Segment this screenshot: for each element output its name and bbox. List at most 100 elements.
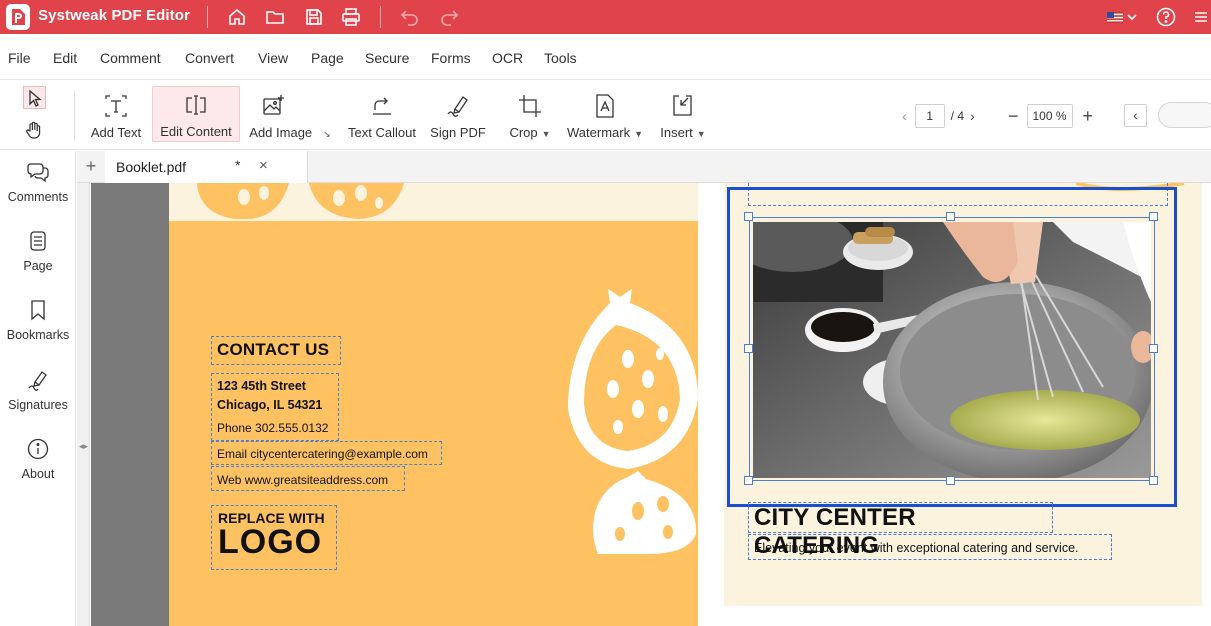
- watermark-label: Watermark ▼: [567, 125, 643, 140]
- email-text: Email citycentercatering@example.com: [217, 447, 428, 461]
- add-text-label: Add Text: [90, 125, 142, 140]
- titlebar-divider: [380, 6, 381, 28]
- menu-edit[interactable]: Edit: [53, 50, 77, 66]
- search-field[interactable]: [1158, 102, 1211, 128]
- insert-page-icon: [673, 95, 692, 116]
- collapse-panel-icon[interactable]: ‹: [1124, 104, 1147, 127]
- home-icon[interactable]: [225, 5, 249, 29]
- next-page-icon[interactable]: ›: [970, 108, 975, 124]
- menu-icon[interactable]: [1192, 5, 1210, 29]
- catering-tagline-textbox[interactable]: Elevating your event with exceptional ca…: [748, 534, 1112, 560]
- insert-button[interactable]: Insert ▼: [656, 86, 710, 142]
- new-tab-button[interactable]: +: [81, 155, 101, 177]
- email-textbox[interactable]: Email citycentercatering@example.com: [211, 441, 442, 465]
- page-number-input[interactable]: 1: [914, 104, 945, 128]
- crop-icon: [519, 95, 541, 117]
- titlebar-divider: [207, 6, 208, 28]
- sidebar-item-signatures[interactable]: Signatures: [0, 368, 76, 412]
- resize-handle-top-left[interactable]: [744, 212, 753, 221]
- decorative-pomegranate-graphic: [568, 289, 698, 554]
- edit-content-button[interactable]: Edit Content: [152, 86, 240, 142]
- phone-text: Phone 302.555.0132: [217, 421, 329, 435]
- menu-secure[interactable]: Secure: [365, 50, 409, 66]
- sidebar-label-bookmarks: Bookmarks: [6, 328, 70, 342]
- add-text-button[interactable]: Add Text: [86, 86, 146, 142]
- dropdown-arrow-icon: ▼: [634, 129, 643, 139]
- page-total: / 4: [950, 109, 965, 123]
- crop-label: Crop ▼: [509, 125, 551, 140]
- toolbar-divider: [74, 90, 75, 140]
- app-logo-icon: [6, 4, 30, 30]
- web-textbox[interactable]: Web www.greatsiteaddress.com: [211, 466, 405, 491]
- menu-bar: File Edit Comment Convert View Page Secu…: [0, 34, 1211, 80]
- add-image-button[interactable]: Add Image ↘: [244, 86, 336, 142]
- menu-page[interactable]: Page: [311, 50, 344, 66]
- sidebar-label-page: Page: [23, 259, 53, 273]
- left-sidebar: Comments Page Bookmarks Signatures About: [0, 151, 76, 626]
- resize-arrows-icon: ◂▸: [79, 441, 89, 451]
- app-title: Systweak PDF Editor: [38, 7, 190, 24]
- help-icon[interactable]: [1154, 5, 1178, 29]
- catering-title-textbox[interactable]: CITY CENTER CATERING: [748, 502, 1053, 559]
- watermark-button[interactable]: Watermark ▼: [564, 86, 646, 142]
- close-tab-icon[interactable]: ×: [259, 157, 268, 174]
- menu-forms[interactable]: Forms: [431, 50, 471, 66]
- signature-pen-icon: [28, 371, 47, 391]
- sidebar-item-comments[interactable]: Comments: [0, 160, 76, 204]
- address-line1: 123 45th Street: [217, 379, 306, 393]
- edit-content-label: Edit Content: [160, 124, 232, 139]
- zoom-in-icon[interactable]: +: [1083, 106, 1094, 127]
- unsaved-indicator: *: [235, 157, 241, 173]
- sidebar-item-page[interactable]: Page: [0, 229, 76, 273]
- logo-placeholder-textbox[interactable]: REPLACE WITH LOGO: [211, 505, 337, 570]
- contact-title-textbox[interactable]: CONTACT US: [211, 336, 341, 365]
- prev-page-icon[interactable]: ‹: [902, 108, 907, 124]
- resize-handle-bottom-left[interactable]: [744, 476, 753, 485]
- flag-us-icon[interactable]: [1104, 5, 1140, 29]
- page-gutter: [91, 183, 169, 626]
- title-bar: Systweak PDF Editor: [0, 0, 1211, 34]
- tab-title: Booklet.pdf: [116, 159, 187, 175]
- chef-whisking-photo[interactable]: [753, 222, 1151, 478]
- folder-icon[interactable]: [263, 5, 287, 29]
- sidebar-label-signatures: Signatures: [8, 398, 68, 412]
- text-callout-button[interactable]: Text Callout: [344, 86, 420, 142]
- zoom-out-icon[interactable]: −: [1008, 106, 1019, 127]
- resize-handle-top-right[interactable]: [1149, 212, 1158, 221]
- decorative-fruit-graphic: [197, 183, 404, 219]
- redo-icon[interactable]: [437, 5, 461, 29]
- text-callout-icon: [373, 97, 391, 115]
- sign-pdf-button[interactable]: Sign PDF: [428, 86, 488, 142]
- print-icon[interactable]: [339, 5, 363, 29]
- resize-handle-bottom-right[interactable]: [1149, 476, 1158, 485]
- zoom-level-input[interactable]: 100 %: [1026, 104, 1073, 128]
- tab-strip: + Booklet.pdf * ×: [77, 151, 1211, 183]
- save-icon[interactable]: [302, 5, 326, 29]
- sidebar-label-about: About: [21, 467, 55, 481]
- undo-icon[interactable]: [398, 5, 422, 29]
- menu-convert[interactable]: Convert: [185, 50, 234, 66]
- menu-tools[interactable]: Tools: [544, 50, 577, 66]
- sign-pen-icon: [447, 96, 468, 117]
- menu-comment[interactable]: Comment: [100, 50, 161, 66]
- resize-handle-top[interactable]: [946, 212, 955, 221]
- menu-view[interactable]: View: [258, 50, 288, 66]
- text-callout-label: Text Callout: [348, 125, 416, 140]
- menu-ocr[interactable]: OCR: [492, 50, 523, 66]
- address-textbox[interactable]: 123 45th Street Chicago, IL 54321 Phone …: [211, 373, 339, 441]
- sidebar-item-about[interactable]: About: [0, 437, 76, 481]
- hand-tool-button[interactable]: [24, 120, 46, 144]
- dropdown-arrow-icon: ▼: [696, 129, 706, 139]
- menu-file[interactable]: File: [8, 50, 31, 66]
- tab-booklet[interactable]: Booklet.pdf * ×: [105, 151, 308, 183]
- pointer-icon: [29, 89, 42, 107]
- crop-button[interactable]: Crop ▼: [504, 86, 556, 142]
- resize-handle-left[interactable]: [744, 344, 753, 353]
- sidebar-item-bookmarks[interactable]: Bookmarks: [0, 298, 76, 342]
- resize-handle-right[interactable]: [1149, 344, 1158, 353]
- select-tool-button[interactable]: [23, 86, 46, 109]
- page-icon: [30, 231, 46, 251]
- sidebar-resize-handle[interactable]: ◂▸: [77, 151, 90, 626]
- resize-handle-bottom[interactable]: [946, 476, 955, 485]
- document-canvas[interactable]: CONTACT US 123 45th Street Chicago, IL 5…: [91, 183, 1211, 626]
